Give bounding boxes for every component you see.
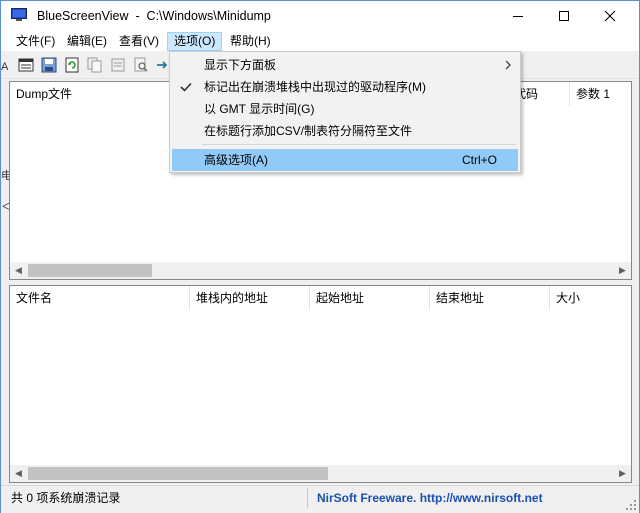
menu-item-label: 高级选项(A)	[204, 153, 268, 167]
refresh-button[interactable]	[63, 56, 81, 74]
menu-bar: 文件(F) 编辑(E) 查看(V) 选项(O) 帮助(H)	[1, 31, 639, 51]
status-divider	[307, 488, 308, 508]
edge-glyph: A	[1, 61, 9, 73]
minimize-button[interactable]	[495, 1, 541, 31]
menu-edit[interactable]: 编辑(E)	[61, 32, 113, 51]
scroll-left-icon[interactable]: ◀	[10, 262, 27, 279]
menu-item-mark-drivers[interactable]: 标记出在崩溃堆栈中出现过的驱动程序(M)	[172, 76, 518, 98]
menu-options[interactable]: 选项(O)	[167, 32, 223, 51]
menu-item-label: 在标题行添加CSV/制表符分隔符至文件	[204, 124, 413, 138]
menu-item-shortcut: Ctrl+O	[462, 153, 498, 167]
close-button[interactable]	[587, 1, 633, 31]
driver-list[interactable]: 文件名 堆栈内的地址 起始地址 结束地址 大小 ◀ ▶	[9, 285, 632, 483]
column-header-end-address[interactable]: 结束地址	[430, 286, 550, 310]
minimize-icon	[513, 16, 523, 17]
menu-item-add-csv-header[interactable]: 在标题行添加CSV/制表符分隔符至文件	[172, 120, 518, 142]
copy-button[interactable]	[86, 56, 104, 74]
title-bar[interactable]: BlueScreenView - C:\Windows\Minidump	[1, 1, 639, 31]
column-header-param1[interactable]: 参数 1	[570, 82, 633, 106]
properties-button[interactable]	[109, 56, 127, 74]
scroll-right-icon[interactable]: ▶	[614, 465, 631, 482]
options-dropdown-menu: 显示下方面板 标记出在崩溃堆栈中出现过的驱动程序(M) 以 GMT 显示时间(G…	[169, 51, 521, 173]
crash-count-status: 共 0 项系统崩溃记录	[11, 491, 121, 505]
app-window: BlueScreenView - C:\Windows\Minidump 文件(…	[0, 0, 640, 513]
html-report-icon	[18, 58, 34, 72]
column-header-start-address[interactable]: 起始地址	[310, 286, 430, 310]
scroll-thumb[interactable]	[28, 467, 328, 480]
menu-view[interactable]: 查看(V)	[113, 32, 165, 51]
menu-item-label: 以 GMT 显示时间(G)	[204, 102, 315, 116]
column-header-size[interactable]: 大小	[550, 286, 633, 310]
menu-item-label: 显示下方面板	[204, 58, 277, 72]
menu-item-advanced-options[interactable]: 高级选项(A) Ctrl+O	[172, 149, 518, 171]
close-icon	[604, 10, 616, 22]
scroll-thumb[interactable]	[28, 264, 152, 277]
column-header-stack-address[interactable]: 堆栈内的地址	[190, 286, 310, 310]
menu-help[interactable]: 帮助(H)	[224, 32, 277, 51]
maximize-icon	[559, 11, 569, 21]
crash-list-hscrollbar[interactable]: ◀ ▶	[10, 262, 631, 279]
properties-icon	[111, 58, 125, 72]
driver-list-hscrollbar[interactable]: ◀ ▶	[10, 465, 631, 482]
copy-icon	[87, 57, 102, 73]
column-header-filename[interactable]: 文件名	[10, 286, 190, 310]
scroll-right-icon[interactable]: ▶	[614, 262, 631, 279]
menu-file[interactable]: 文件(F)	[10, 32, 61, 51]
window-title: BlueScreenView - C:\Windows\Minidump	[37, 9, 271, 23]
scroll-left-icon[interactable]: ◀	[10, 465, 27, 482]
refresh-icon	[65, 57, 79, 73]
menu-item-label: 标记出在崩溃堆栈中出现过的驱动程序(M)	[204, 80, 426, 94]
resize-grip-icon[interactable]	[625, 499, 637, 511]
maximize-button[interactable]	[541, 1, 587, 31]
save-icon	[41, 57, 57, 73]
status-bar: 共 0 项系统崩溃记录 NirSoft Freeware. http://www…	[1, 485, 639, 513]
find-icon	[134, 57, 148, 72]
driver-list-header: 文件名 堆栈内的地址 起始地址 结束地址 大小	[10, 286, 631, 310]
menu-item-show-lower-pane[interactable]: 显示下方面板	[172, 54, 518, 76]
save-button[interactable]	[40, 56, 58, 74]
find-button[interactable]	[132, 56, 150, 74]
menu-item-gmt-time[interactable]: 以 GMT 显示时间(G)	[172, 98, 518, 120]
menu-separator	[202, 144, 516, 145]
html-report-button[interactable]	[17, 56, 35, 74]
nirsoft-link[interactable]: NirSoft Freeware. http://www.nirsoft.net	[317, 489, 543, 507]
bluescreen-app-icon	[11, 8, 27, 22]
